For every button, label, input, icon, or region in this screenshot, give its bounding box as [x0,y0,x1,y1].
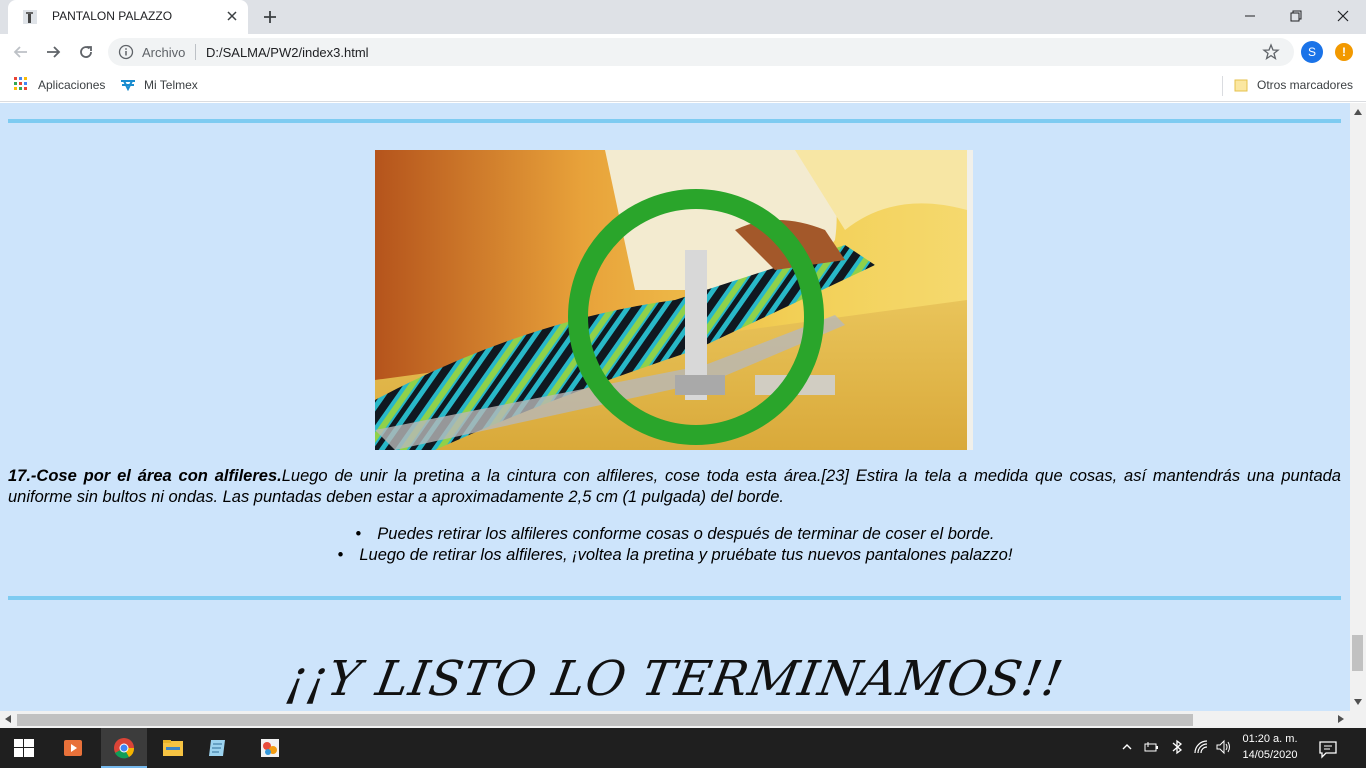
paint-icon [261,739,279,757]
bookmark-other-folder[interactable]: Otros marcadores [1257,78,1353,92]
scroll-down-icon[interactable] [1354,699,1362,705]
sewing-machine-photo [375,150,973,450]
clock-date: 14/05/2020 [1242,749,1298,761]
address-bar[interactable]: Archivo D:/SALMA/PW2/index3.html [108,38,1294,66]
close-window-icon[interactable] [1331,4,1355,28]
media-player-icon [64,740,82,756]
page-favicon-icon [23,10,37,24]
horizontal-scroll-thumb[interactable] [17,714,1193,726]
site-info-icon[interactable] [118,44,134,60]
taskbar-notepad[interactable] [195,728,241,768]
divider-rule-bottom [8,596,1341,600]
browser-window: PANTALON PALAZZO Archivo D:/SALMA/PW2/in… [0,0,1366,728]
tips-list: Puedes retirar los alfileres conforme co… [0,524,1350,566]
tip-item-turn-waistband: Luego de retirar los alfileres, ¡voltea … [0,545,1350,566]
back-icon[interactable] [11,42,31,62]
address-separator [195,44,196,60]
bookmark-star-icon[interactable] [1262,43,1280,61]
new-tab-icon[interactable] [260,7,280,27]
divider-rule-top [8,119,1341,123]
bookmark-apps[interactable]: Aplicaciones [38,78,105,92]
step-17-title: 17.-Cose por el área con alfileres. [8,467,282,485]
scroll-left-icon[interactable] [5,715,11,723]
forward-icon[interactable] [43,42,63,62]
scroll-up-icon[interactable] [1354,109,1362,115]
taskbar-media-player[interactable] [50,728,96,768]
vertical-scrollbar[interactable] [1350,103,1366,711]
telmex-logo-icon [121,80,135,91]
power-icon[interactable] [1143,738,1161,756]
reload-icon[interactable] [76,42,96,62]
bookmarks-divider [1222,76,1223,96]
tip-item-remove-pins: Puedes retirar los alfileres conforme co… [0,524,1350,545]
minimize-icon[interactable] [1238,4,1262,28]
tab-pantalon-palazzo[interactable]: PANTALON PALAZZO [8,0,248,34]
taskbar-paint[interactable] [247,728,293,768]
bookmarks-bar: Aplicaciones Mi Telmex Otros marcadores [0,70,1366,102]
file-explorer-icon [163,740,183,756]
taskbar-chrome[interactable] [101,728,147,768]
address-scheme-label: Archivo [142,45,186,60]
chrome-icon [114,738,135,759]
apps-grid-icon [14,77,27,90]
step-17-paragraph: 17.-Cose por el área con alfileres.Luego… [8,466,1341,508]
windows-start-icon[interactable] [14,739,34,757]
bluetooth-icon[interactable] [1168,738,1186,756]
show-hidden-icons-icon[interactable] [1120,740,1134,754]
folder-icon [1234,79,1248,92]
tab-strip: PANTALON PALAZZO [0,0,1366,34]
taskbar-clock[interactable]: 01:20 a. m. 14/05/2020 [1238,731,1302,763]
update-alert-icon[interactable]: ! [1335,43,1353,61]
page-content: 17.-Cose por el área con alfileres. Luego… [0,103,1350,711]
notepad-icon [209,740,225,756]
tab-title: PANTALON PALAZZO [52,9,173,23]
restore-icon[interactable] [1284,4,1308,28]
wifi-icon[interactable] [1192,738,1210,756]
vertical-scroll-thumb[interactable] [1352,635,1363,671]
taskbar-file-explorer[interactable] [150,728,196,768]
tab-close-icon[interactable] [224,8,240,24]
clock-time: 01:20 a. m. [1242,733,1298,745]
scroll-right-icon[interactable] [1338,715,1344,723]
bookmark-mi-telmex[interactable]: Mi Telmex [144,78,198,92]
volume-icon[interactable] [1215,738,1233,756]
closing-heading: ¡¡Y LISTO LO TERMINAMOS!! [282,651,1068,707]
profile-avatar[interactable]: S [1301,41,1323,63]
address-url[interactable]: D:/SALMA/PW2/index3.html [206,45,369,60]
action-center-icon[interactable] [1318,739,1338,759]
